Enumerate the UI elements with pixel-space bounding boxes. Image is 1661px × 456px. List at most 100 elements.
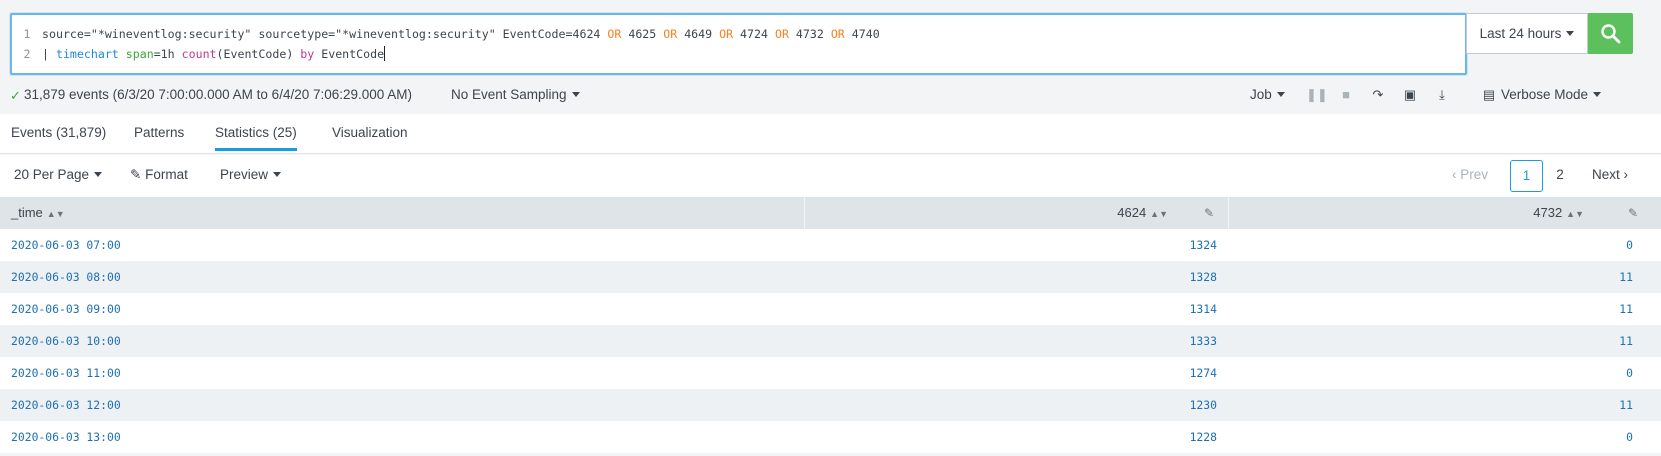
chevron-down-icon xyxy=(273,172,282,177)
query-token-pipe: | xyxy=(42,47,56,61)
query-line-1: 1 source="*wineventlog:security" sourcety… xyxy=(12,24,880,44)
check-icon: ✓ xyxy=(10,88,21,103)
query-token-plain: 4732 xyxy=(788,27,831,41)
column-header-label: 4732 xyxy=(1533,205,1563,220)
column-header-label: _time xyxy=(11,205,43,220)
query-line-2-text: | timechart span=1h count(EventCode) by … xyxy=(42,47,384,61)
cell-4732[interactable]: 11 xyxy=(1619,293,1633,325)
search-mode-dropdown[interactable]: Verbose Mode xyxy=(1501,87,1602,102)
cell-time[interactable]: 2020-06-03 12:00 xyxy=(11,389,121,421)
cell-time[interactable]: 2020-06-03 13:00 xyxy=(11,421,121,453)
cell-time[interactable]: 2020-06-03 09:00 xyxy=(11,293,121,325)
query-token-op: OR xyxy=(774,27,789,41)
per-page-dropdown[interactable]: 20 Per Page xyxy=(14,167,103,182)
prev-page-button[interactable]: ‹ Prev xyxy=(1452,167,1488,182)
time-range-label: Last 24 hours xyxy=(1479,26,1562,41)
query-token-plain: 4740 xyxy=(844,27,880,41)
table-row: 2020-06-03 09:00 1314 11 xyxy=(0,293,1661,325)
cell-4624[interactable]: 1274 xyxy=(1190,357,1217,389)
query-token-op: OR xyxy=(607,27,622,41)
format-button[interactable]: ✎ Format xyxy=(130,167,188,183)
search-query-editor[interactable]: 1 source="*wineventlog:security" sourcety… xyxy=(10,13,1467,75)
search-bar-row: 1 source="*wineventlog:security" sourcety… xyxy=(0,0,1661,78)
format-label: Format xyxy=(145,167,188,182)
cell-4732[interactable]: 11 xyxy=(1619,261,1633,293)
chevron-right-icon: › xyxy=(1623,167,1629,182)
table-row: 2020-06-03 08:00 1328 11 xyxy=(0,261,1661,293)
query-token-plain: (EventCode) xyxy=(216,47,301,61)
query-token-op: OR xyxy=(663,27,678,41)
search-button[interactable] xyxy=(1588,13,1633,54)
edit-column-icon[interactable]: ✎ xyxy=(1628,197,1638,229)
preview-label: Preview xyxy=(220,167,269,182)
magnifier-icon xyxy=(1601,24,1621,44)
column-header-4732[interactable]: 4732 ▲▼ xyxy=(1533,197,1584,229)
cell-time[interactable]: 2020-06-03 08:00 xyxy=(11,261,121,293)
job-menu[interactable]: Job xyxy=(1250,87,1285,102)
chevron-down-icon xyxy=(1593,92,1602,97)
next-page-button[interactable]: Next › xyxy=(1592,167,1628,182)
line-number: 1 xyxy=(23,27,31,41)
page-1-button[interactable]: 1 xyxy=(1510,160,1543,192)
cell-time[interactable]: 2020-06-03 07:00 xyxy=(11,229,121,261)
cell-4624[interactable]: 1333 xyxy=(1190,325,1217,357)
table-row: 2020-06-03 11:00 1274 0 xyxy=(0,357,1661,389)
query-line-1-text: source="*wineventlog:security" sourcetyp… xyxy=(42,27,880,41)
query-token-fn: count xyxy=(181,47,217,61)
cell-4624[interactable]: 1324 xyxy=(1190,229,1217,261)
cell-4624[interactable]: 1328 xyxy=(1190,261,1217,293)
cell-4624[interactable]: 1314 xyxy=(1190,293,1217,325)
stop-icon[interactable]: ■ xyxy=(1338,87,1354,103)
cell-4732[interactable]: 11 xyxy=(1619,325,1633,357)
tab-events[interactable]: Events (31,879) xyxy=(11,125,106,140)
query-token-op: OR xyxy=(830,27,845,41)
tab-statistics[interactable]: Statistics (25) xyxy=(215,125,297,151)
tab-patterns[interactable]: Patterns xyxy=(134,125,184,140)
table-row: 2020-06-03 12:00 1230 11 xyxy=(0,389,1661,421)
chevron-down-icon xyxy=(1566,31,1575,36)
page-2-button[interactable]: 2 xyxy=(1550,160,1570,192)
time-range-picker[interactable]: Last 24 hours xyxy=(1466,13,1588,54)
sort-icon: ▲▼ xyxy=(1150,209,1168,219)
chevron-down-icon xyxy=(571,92,580,97)
query-line-2: 2 | timechart span=1h count(EventCode) by… xyxy=(12,44,386,64)
cell-time[interactable]: 2020-06-03 10:00 xyxy=(11,325,121,357)
pencil-icon: ✎ xyxy=(130,167,142,182)
cell-4732[interactable]: 11 xyxy=(1619,389,1633,421)
query-token-plain: 4625 xyxy=(621,27,664,41)
column-header-4624[interactable]: 4624 ▲▼ xyxy=(1117,197,1168,229)
preview-dropdown[interactable]: Preview xyxy=(220,167,282,182)
print-icon[interactable]: ▣ xyxy=(1402,87,1418,103)
table-body: 2020-06-03 07:00 1324 0 2020-06-03 08:00 132… xyxy=(0,229,1661,453)
cell-4732[interactable]: 0 xyxy=(1626,421,1633,453)
share-icon[interactable]: ↷ xyxy=(1370,87,1386,103)
cell-4732[interactable]: 0 xyxy=(1626,229,1633,261)
table-row: 2020-06-03 13:00 1228 0 xyxy=(0,421,1661,453)
edit-column-icon[interactable]: ✎ xyxy=(1204,197,1214,229)
results-tabs: Events (31,879) Patterns Statistics (25)… xyxy=(0,114,1661,154)
query-token-kw: by xyxy=(300,47,315,61)
chevron-left-icon: ‹ xyxy=(1452,167,1457,182)
cell-4624[interactable]: 1230 xyxy=(1190,389,1217,421)
pause-icon[interactable]: ❚❚ xyxy=(1306,87,1328,103)
tab-visualization[interactable]: Visualization xyxy=(332,125,408,140)
cell-time[interactable]: 2020-06-03 11:00 xyxy=(11,357,121,389)
query-token-plain: EventCode xyxy=(314,47,385,61)
query-token-op: OR xyxy=(719,27,734,41)
cell-4624[interactable]: 1228 xyxy=(1190,421,1217,453)
search-mode-label: Verbose Mode xyxy=(1501,87,1589,102)
statistics-table: _time ▲▼ 4624 ▲▼ ✎ 4732 ▲▼ ✎ 2020-06-03 07:… xyxy=(0,197,1661,453)
job-status-bar: ✓ 31,879 events (6/3/20 7:00:00.000 AM t… xyxy=(0,78,1661,114)
event-count-summary: 31,879 events (6/3/20 7:00:00.000 AM to … xyxy=(24,87,413,102)
export-icon[interactable]: ⤓ xyxy=(1434,87,1450,103)
column-header-time[interactable]: _time ▲▼ xyxy=(11,197,65,229)
sort-icon: ▲▼ xyxy=(46,209,65,219)
column-divider xyxy=(1228,197,1229,229)
per-page-label: 20 Per Page xyxy=(14,167,90,182)
cell-4732[interactable]: 0 xyxy=(1626,357,1633,389)
event-sampling-dropdown[interactable]: No Event Sampling xyxy=(451,87,580,102)
event-sampling-label: No Event Sampling xyxy=(451,87,567,102)
query-token-plain: source="*wineventlog:security" sourcetyp… xyxy=(42,27,608,41)
query-token-plain: 4649 xyxy=(677,27,720,41)
query-token-arg: span xyxy=(125,47,154,61)
